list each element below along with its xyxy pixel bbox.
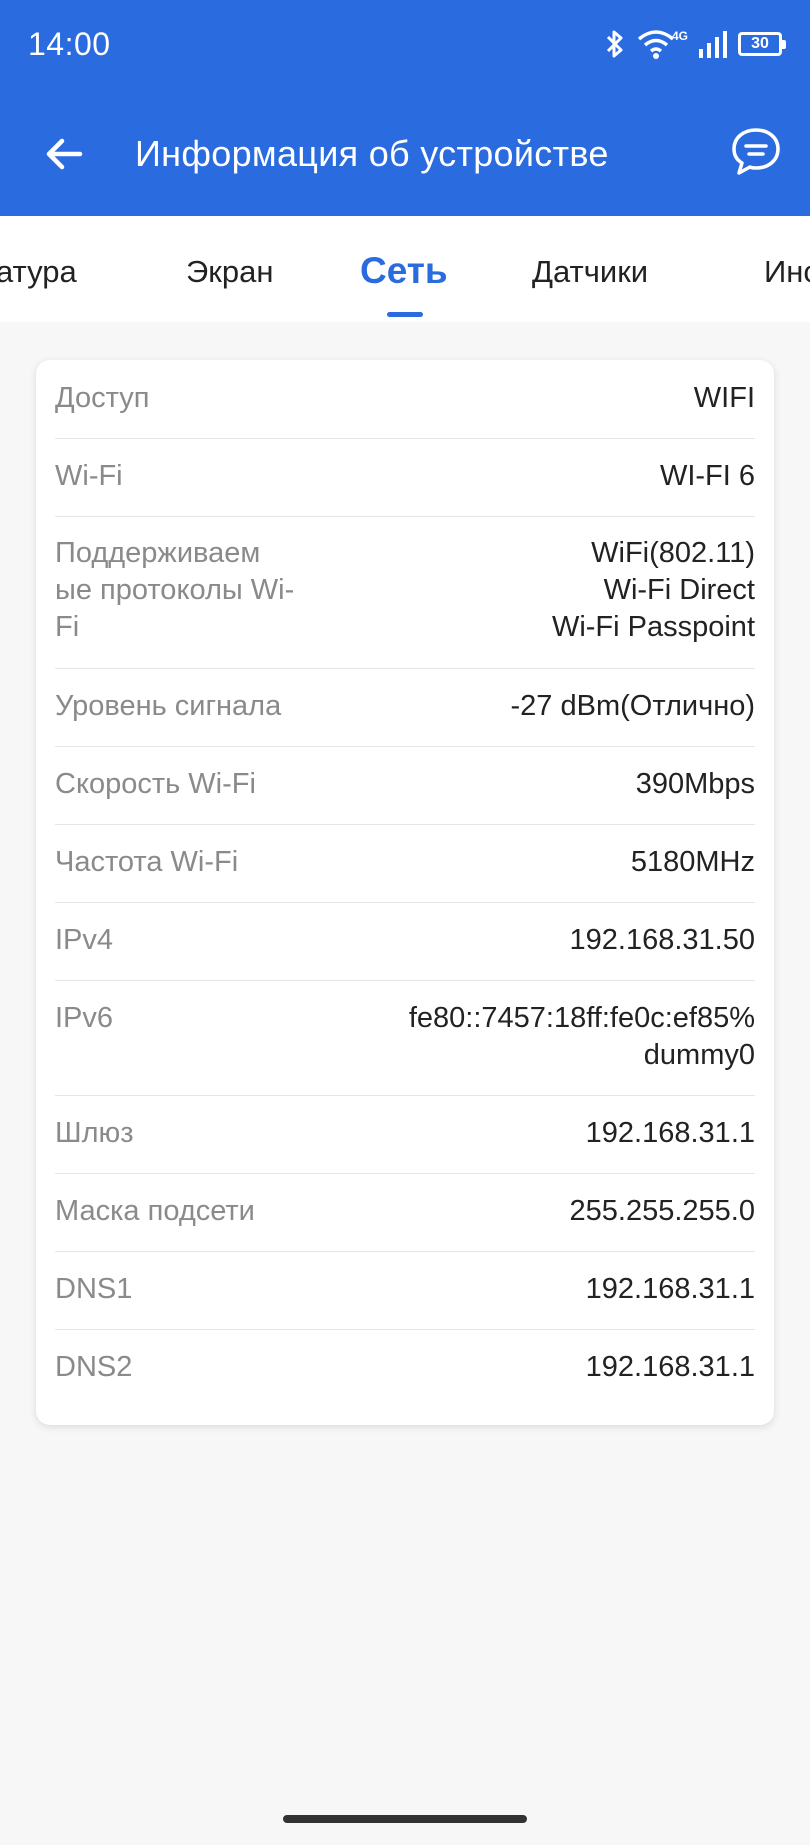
info-value: WiFi(802.11) Wi-Fi Direct Wi-Fi Passpoin… bbox=[552, 535, 755, 646]
info-label: Поддерживаем ые протоколы Wi-Fi bbox=[55, 537, 295, 643]
info-row-wifi: Wi-Fi WI-FI 6 bbox=[55, 438, 755, 517]
tab-screen[interactable]: Экран bbox=[186, 254, 273, 290]
info-value: 192.168.31.1 bbox=[585, 1117, 755, 1149]
info-value: WI-FI 6 bbox=[659, 460, 755, 492]
tab-bar: атура Экран Сеть Датчики Инс bbox=[0, 216, 810, 322]
tab-indicator bbox=[387, 312, 423, 317]
home-gesture-bar[interactable] bbox=[283, 1815, 527, 1823]
info-row-ipv4: IPv4 192.168.31.50 bbox=[55, 902, 755, 981]
info-row-frequency: Частота Wi-Fi 5180MHz bbox=[55, 824, 755, 903]
info-label: Маска подсети bbox=[55, 1195, 255, 1227]
wifi-icon bbox=[637, 30, 675, 59]
info-label: DNS2 bbox=[55, 1351, 133, 1383]
info-label: IPv6 bbox=[55, 1002, 114, 1034]
info-row-subnet-mask: Маска подсети 255.255.255.0 bbox=[55, 1173, 755, 1252]
info-row-dns1: DNS1 192.168.31.1 bbox=[55, 1251, 755, 1330]
info-value: 192.168.31.50 bbox=[569, 924, 755, 956]
info-value: -27 dBm(Отлично) bbox=[510, 690, 756, 722]
back-arrow-icon[interactable] bbox=[40, 130, 88, 178]
info-row-gateway: Шлюз 192.168.31.1 bbox=[55, 1095, 755, 1174]
info-label: IPv4 bbox=[55, 924, 114, 956]
info-row-speed: Скорость Wi-Fi 390Mbps bbox=[55, 746, 755, 825]
info-row-ipv6: IPv6 fe80::7457:18ff:fe0c:ef85% dummy0 bbox=[55, 980, 755, 1096]
info-value: 255.255.255.0 bbox=[569, 1195, 755, 1227]
tab-network[interactable]: Сеть bbox=[360, 250, 448, 292]
network-info-card: Доступ WIFI Wi-Fi WI-FI 6 Поддерживаем ы… bbox=[36, 360, 774, 1425]
info-row-dns2: DNS2 192.168.31.1 bbox=[55, 1329, 755, 1407]
info-value: WIFI bbox=[693, 382, 755, 414]
info-label: Wi-Fi bbox=[55, 460, 123, 492]
page-title: Информация об устройстве bbox=[135, 133, 609, 174]
info-value-line: Wi-Fi Passpoint bbox=[551, 611, 755, 643]
info-label: Уровень сигнала bbox=[55, 690, 282, 722]
info-row-protocols: Поддерживаем ые протоколы Wi-Fi WiFi(802… bbox=[55, 516, 755, 669]
info-value-line: WiFi(802.11) bbox=[591, 537, 755, 569]
tab-temperature[interactable]: атура bbox=[0, 254, 77, 290]
info-value-line: dummy0 bbox=[643, 1039, 755, 1071]
info-label: Частота Wi-Fi bbox=[55, 846, 239, 878]
status-icons: 4G 30 bbox=[604, 26, 786, 62]
network-type-label: 4G bbox=[671, 29, 688, 43]
chat-bubble-icon[interactable] bbox=[730, 126, 782, 178]
signal-icon bbox=[699, 31, 727, 58]
info-value: 192.168.31.1 bbox=[585, 1351, 755, 1383]
info-value: fe80::7457:18ff:fe0c:ef85% dummy0 bbox=[409, 1000, 755, 1074]
info-value: 192.168.31.1 bbox=[585, 1273, 755, 1305]
info-row-access: Доступ WIFI bbox=[55, 360, 755, 439]
tab-other[interactable]: Инс bbox=[764, 254, 810, 290]
app-bar: 14:00 4G 30 Информация об устройстве bbox=[0, 0, 810, 216]
info-label: Доступ bbox=[55, 382, 150, 414]
battery-icon: 30 bbox=[738, 32, 786, 56]
info-value-line: fe80::7457:18ff:fe0c:ef85% bbox=[408, 1002, 755, 1034]
info-label: Шлюз bbox=[55, 1117, 134, 1149]
info-value: 390Mbps bbox=[635, 768, 755, 800]
info-row-signal: Уровень сигнала -27 dBm(Отлично) bbox=[55, 668, 755, 747]
status-time: 14:00 bbox=[28, 26, 111, 62]
info-value: 5180MHz bbox=[630, 846, 755, 878]
info-label: Скорость Wi-Fi bbox=[55, 768, 256, 800]
info-value-line: Wi-Fi Direct bbox=[603, 574, 755, 606]
bluetooth-icon bbox=[606, 30, 623, 58]
info-label: DNS1 bbox=[55, 1273, 133, 1305]
battery-level: 30 bbox=[751, 35, 769, 52]
tab-sensors[interactable]: Датчики bbox=[532, 254, 648, 290]
